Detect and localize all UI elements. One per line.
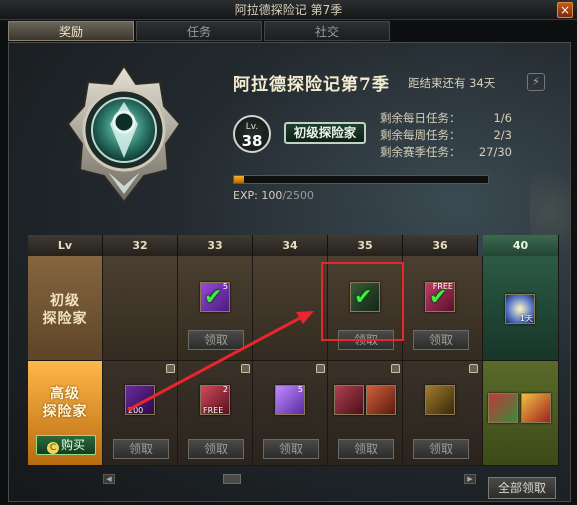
red-arrow-annotation xyxy=(127,311,314,412)
scroll-right-button[interactable]: ▶ xyxy=(464,474,476,484)
claim-all-button[interactable]: 全部领取 xyxy=(488,477,556,499)
scroll-left-button[interactable]: ◀ xyxy=(103,474,115,484)
scrollbar-thumb[interactable] xyxy=(223,474,241,484)
